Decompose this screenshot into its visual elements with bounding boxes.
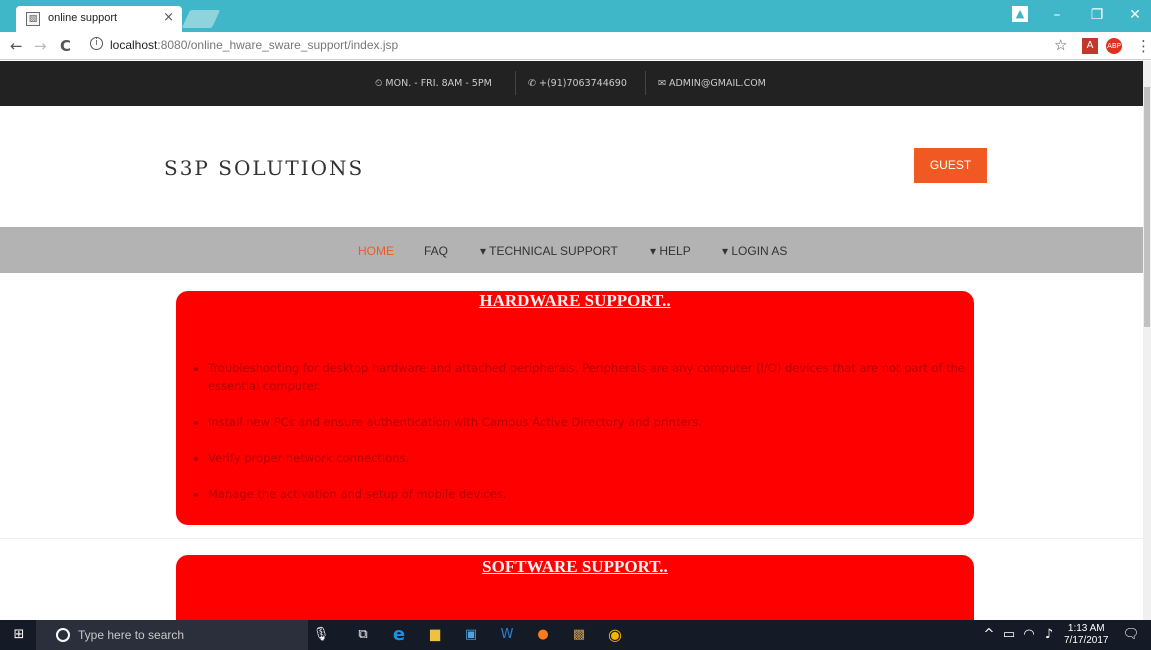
windows-taskbar: ⊞ Type here to search 🎙 ⧉ e ▆ ▣ W ● ▩ ◉ … bbox=[0, 620, 1151, 650]
main-nav: HOME FAQ ▾ TECHNICAL SUPPORT ▾ HELP ▾ LO… bbox=[0, 227, 1143, 273]
nav-technical-support[interactable]: ▾ TECHNICAL SUPPORT bbox=[480, 244, 618, 258]
cortana-icon bbox=[56, 628, 70, 642]
profile-icon[interactable]: ▲ bbox=[1012, 6, 1028, 22]
chrome-icon[interactable]: ◉ bbox=[606, 626, 624, 644]
divider bbox=[515, 71, 516, 95]
list-item: Install new PCs and ensure authenticatio… bbox=[208, 413, 974, 431]
contact-top-bar: ⏲ MON. - FRI. 8AM - 5PM ✆ +(91)706374469… bbox=[0, 61, 1143, 106]
nav-home[interactable]: HOME bbox=[358, 244, 394, 258]
search-placeholder: Type here to search bbox=[78, 628, 185, 642]
word-icon[interactable]: W bbox=[498, 626, 516, 644]
taskbar-search[interactable]: Type here to search bbox=[36, 620, 308, 650]
page-favicon-icon: ▧ bbox=[26, 12, 40, 26]
hardware-support-title[interactable]: HARDWARE SUPPORT.. bbox=[176, 291, 974, 311]
guest-button[interactable]: GUEST bbox=[914, 148, 987, 183]
scrollbar-thumb[interactable] bbox=[1144, 87, 1150, 327]
wifi-icon[interactable]: ◠ bbox=[1020, 626, 1038, 644]
address-bar: ← → C i localhost:8080/online_hware_swar… bbox=[0, 32, 1151, 60]
reload-icon[interactable]: C bbox=[60, 37, 71, 55]
hardware-support-card: HARDWARE SUPPORT.. Troubleshooting for d… bbox=[176, 291, 974, 525]
adblock-icon[interactable]: ABP bbox=[1106, 38, 1122, 54]
clock-time: 1:13 AM bbox=[1067, 623, 1105, 634]
email-address: ✉ ADMIN@GMAIL.COM bbox=[658, 78, 766, 89]
tab-close-icon[interactable]: × bbox=[163, 10, 174, 25]
windows-start-icon[interactable]: ⊞ bbox=[10, 626, 28, 644]
info-icon[interactable]: i bbox=[90, 37, 103, 50]
nav-help[interactable]: ▾ HELP bbox=[650, 244, 691, 258]
photos-app-icon[interactable]: ▣ bbox=[462, 626, 480, 644]
tab-title: online support bbox=[48, 12, 118, 24]
clock-date: 7/17/2017 bbox=[1064, 635, 1109, 646]
microphone-icon[interactable]: 🎙 bbox=[312, 626, 330, 644]
browser-title-bar: ▧ online support × ▲ – ❐ ✕ bbox=[0, 0, 1151, 32]
list-item: Troubleshooting for desktop hardware and… bbox=[208, 359, 974, 395]
pdf-extension-icon[interactable]: A bbox=[1082, 38, 1098, 54]
divider bbox=[645, 71, 646, 95]
nav-faq[interactable]: FAQ bbox=[424, 244, 448, 258]
minimize-button[interactable]: – bbox=[1042, 5, 1072, 25]
hardware-support-list: Troubleshooting for desktop hardware and… bbox=[208, 359, 974, 521]
forward-arrow-icon[interactable]: → bbox=[34, 37, 47, 55]
firefox-icon[interactable]: ● bbox=[534, 626, 552, 644]
business-hours: ⏲ MON. - FRI. 8AM - 5PM bbox=[375, 78, 492, 89]
notifications-icon[interactable]: 🗨 bbox=[1122, 626, 1140, 644]
edge-icon[interactable]: e bbox=[390, 626, 408, 644]
section-divider bbox=[0, 538, 1143, 539]
brand-logo[interactable]: S3P SOLUTIONS bbox=[164, 156, 364, 180]
menu-dots-icon[interactable]: ⋮ bbox=[1136, 37, 1151, 55]
page-scrollbar[interactable] bbox=[1143, 61, 1151, 620]
browser-tab[interactable]: ▧ online support × bbox=[16, 6, 182, 32]
volume-icon[interactable]: ♪ bbox=[1040, 626, 1058, 644]
page-viewport: ⏲ MON. - FRI. 8AM - 5PM ✆ +(91)706374469… bbox=[0, 61, 1143, 620]
software-support-card: SOFTWARE SUPPORT.. bbox=[176, 555, 974, 620]
new-tab-button[interactable] bbox=[181, 10, 221, 28]
bookmark-star-icon[interactable]: ☆ bbox=[1054, 36, 1067, 54]
phone-number: ✆ +(91)7063744690 bbox=[528, 78, 627, 89]
maximize-button[interactable]: ❐ bbox=[1082, 5, 1112, 25]
url-input[interactable]: i localhost:8080/online_hware_sware_supp… bbox=[80, 35, 1042, 57]
close-window-button[interactable]: ✕ bbox=[1120, 5, 1150, 25]
app-icon[interactable]: ▩ bbox=[570, 626, 588, 644]
software-support-title[interactable]: SOFTWARE SUPPORT.. bbox=[176, 557, 974, 577]
task-view-icon[interactable]: ⧉ bbox=[354, 626, 372, 644]
taskbar-clock[interactable]: 1:13 AM 7/17/2017 bbox=[1064, 623, 1109, 647]
battery-icon[interactable]: ▭ bbox=[1000, 626, 1018, 644]
url-text: localhost:8080/online_hware_sware_suppor… bbox=[110, 38, 399, 52]
nav-login-as[interactable]: ▾ LOGIN AS bbox=[722, 244, 787, 258]
back-arrow-icon[interactable]: ← bbox=[10, 37, 23, 55]
file-explorer-icon[interactable]: ▆ bbox=[426, 626, 444, 644]
list-item: Verify proper network connections. bbox=[208, 449, 974, 467]
list-item: Manage the activation and setup of mobil… bbox=[208, 485, 974, 503]
show-hidden-icons-icon[interactable]: ^ bbox=[980, 626, 998, 644]
